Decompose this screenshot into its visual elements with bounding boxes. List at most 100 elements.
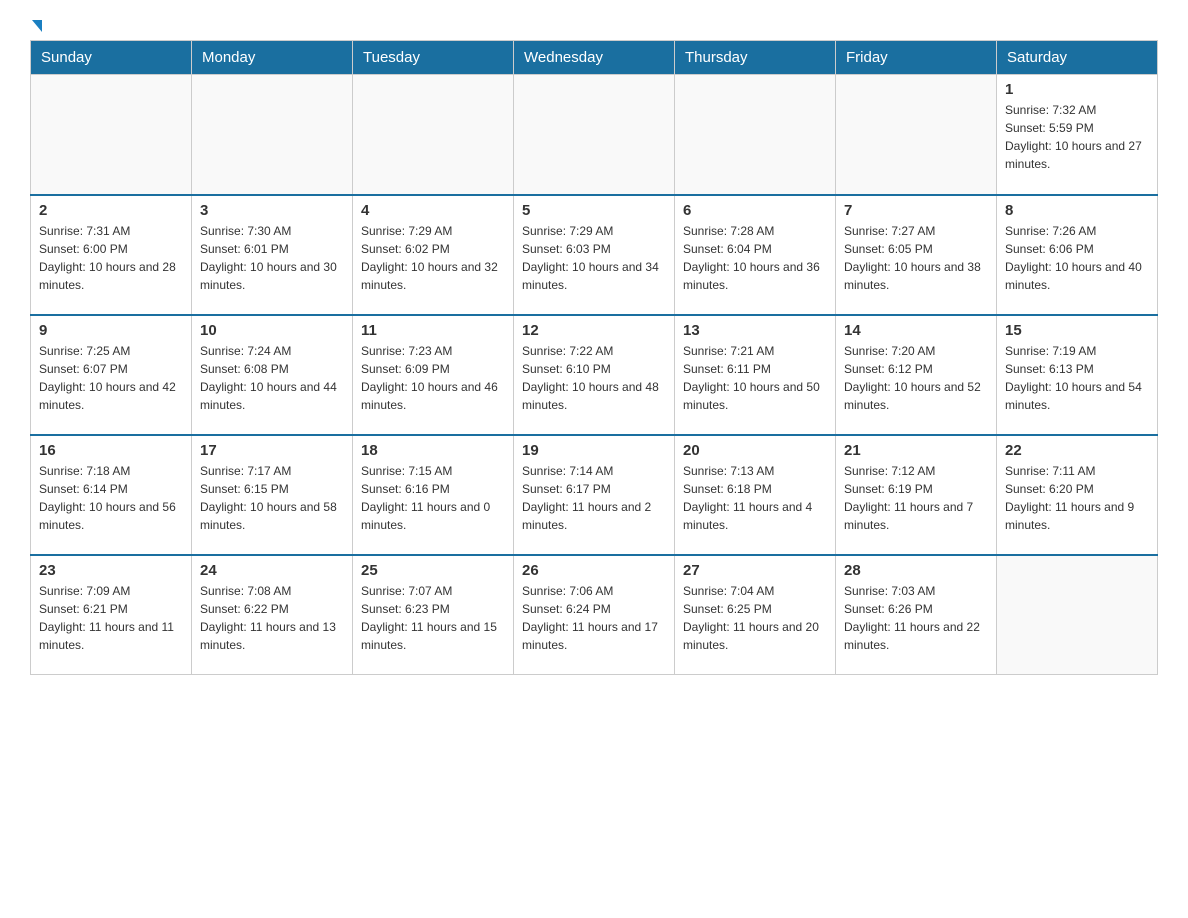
calendar-cell: 4 Sunrise: 7:29 AMSunset: 6:02 PMDaylight… [353,195,514,315]
day-number: 1 [1005,81,1149,98]
calendar-cell: 15 Sunrise: 7:19 AMSunset: 6:13 PMDayligh… [997,315,1158,435]
calendar-cell: 18 Sunrise: 7:15 AMSunset: 6:16 PMDayligh… [353,435,514,555]
calendar-cell: 13 Sunrise: 7:21 AMSunset: 6:11 PMDayligh… [675,315,836,435]
calendar-cell: 12 Sunrise: 7:22 AMSunset: 6:10 PMDayligh… [514,315,675,435]
day-number: 23 [39,562,183,579]
calendar-table: SundayMondayTuesdayWednesdayThursdayFrid… [30,40,1158,675]
logo-arrow-icon [32,20,42,32]
calendar-week-row: 16Sunrise: 7:18 AMSunset: 6:14 PMDayligh… [31,435,1158,555]
day-number: 27 [683,562,827,579]
day-info: Sunrise: 7:24 AMSunset: 6:08 PMDaylight:… [200,342,344,414]
day-info: Sunrise: 7:29 AMSunset: 6:03 PMDaylight:… [522,222,666,294]
calendar-cell: 19 Sunrise: 7:14 AMSunset: 6:17 PMDayligh… [514,435,675,555]
day-of-week-header: Wednesday [514,41,675,75]
day-number: 14 [844,322,988,339]
calendar-cell: 28Sunrise: 7:03 AMSunset: 6:26 PMDayligh… [836,555,997,675]
day-info: Sunrise: 7:04 AMSunset: 6:25 PMDaylight:… [683,582,827,654]
day-info: Sunrise: 7:11 AMSunset: 6:20 PMDaylight:… [1005,462,1149,534]
calendar-cell [997,555,1158,675]
day-number: 22 [1005,442,1149,459]
day-number: 20 [683,442,827,459]
calendar-cell [31,75,192,195]
day-number: 21 [844,442,988,459]
day-info: Sunrise: 7:19 AMSunset: 6:13 PMDaylight:… [1005,342,1149,414]
day-number: 10 [200,322,344,339]
calendar-cell: 10 Sunrise: 7:24 AMSunset: 6:08 PMDayligh… [192,315,353,435]
day-number: 17 [200,442,344,459]
page-header [30,20,1158,30]
calendar-cell [353,75,514,195]
day-number: 15 [1005,322,1149,339]
day-info: Sunrise: 7:06 AMSunset: 6:24 PMDaylight:… [522,582,666,654]
calendar-cell: 27 Sunrise: 7:04 AMSunset: 6:25 PMDayligh… [675,555,836,675]
calendar-cell: 2 Sunrise: 7:31 AMSunset: 6:00 PMDaylight… [31,195,192,315]
day-info: Sunrise: 7:09 AMSunset: 6:21 PMDaylight:… [39,582,183,654]
calendar-header-row: SundayMondayTuesdayWednesdayThursdayFrid… [31,41,1158,75]
calendar-cell: 17 Sunrise: 7:17 AMSunset: 6:15 PMDayligh… [192,435,353,555]
day-number: 24 [200,562,344,579]
day-number: 6 [683,202,827,219]
day-info: Sunrise: 7:17 AMSunset: 6:15 PMDaylight:… [200,462,344,534]
day-number: 19 [522,442,666,459]
calendar-week-row: 1Sunrise: 7:32 AMSunset: 5:59 PMDaylight… [31,75,1158,195]
day-number: 13 [683,322,827,339]
day-info: Sunrise: 7:12 AMSunset: 6:19 PMDaylight:… [844,462,988,534]
day-number: 7 [844,202,988,219]
calendar-cell: 14 Sunrise: 7:20 AMSunset: 6:12 PMDayligh… [836,315,997,435]
day-of-week-header: Sunday [31,41,192,75]
calendar-cell: 3 Sunrise: 7:30 AMSunset: 6:01 PMDaylight… [192,195,353,315]
calendar-week-row: 2 Sunrise: 7:31 AMSunset: 6:00 PMDaylight… [31,195,1158,315]
day-info: Sunrise: 7:25 AMSunset: 6:07 PMDaylight:… [39,342,183,414]
day-info: Sunrise: 7:22 AMSunset: 6:10 PMDaylight:… [522,342,666,414]
calendar-cell: 5 Sunrise: 7:29 AMSunset: 6:03 PMDaylight… [514,195,675,315]
calendar-cell [514,75,675,195]
day-of-week-header: Tuesday [353,41,514,75]
day-info: Sunrise: 7:18 AMSunset: 6:14 PMDaylight:… [39,462,183,534]
day-info: Sunrise: 7:28 AMSunset: 6:04 PMDaylight:… [683,222,827,294]
calendar-cell [192,75,353,195]
day-info: Sunrise: 7:14 AMSunset: 6:17 PMDaylight:… [522,462,666,534]
calendar-week-row: 23 Sunrise: 7:09 AMSunset: 6:21 PMDayligh… [31,555,1158,675]
day-info: Sunrise: 7:27 AMSunset: 6:05 PMDaylight:… [844,222,988,294]
day-info: Sunrise: 7:30 AMSunset: 6:01 PMDaylight:… [200,222,344,294]
calendar-cell: 21 Sunrise: 7:12 AMSunset: 6:19 PMDayligh… [836,435,997,555]
day-of-week-header: Monday [192,41,353,75]
calendar-cell: 9Sunrise: 7:25 AMSunset: 6:07 PMDaylight… [31,315,192,435]
day-number: 8 [1005,202,1149,219]
calendar-cell: 6 Sunrise: 7:28 AMSunset: 6:04 PMDaylight… [675,195,836,315]
day-of-week-header: Saturday [997,41,1158,75]
day-info: Sunrise: 7:23 AMSunset: 6:09 PMDaylight:… [361,342,505,414]
calendar-cell: 23 Sunrise: 7:09 AMSunset: 6:21 PMDayligh… [31,555,192,675]
calendar-cell: 7 Sunrise: 7:27 AMSunset: 6:05 PMDaylight… [836,195,997,315]
day-number: 5 [522,202,666,219]
calendar-cell [836,75,997,195]
calendar-week-row: 9Sunrise: 7:25 AMSunset: 6:07 PMDaylight… [31,315,1158,435]
calendar-cell: 8 Sunrise: 7:26 AMSunset: 6:06 PMDaylight… [997,195,1158,315]
day-info: Sunrise: 7:07 AMSunset: 6:23 PMDaylight:… [361,582,505,654]
calendar-cell: 11 Sunrise: 7:23 AMSunset: 6:09 PMDayligh… [353,315,514,435]
calendar-cell: 16Sunrise: 7:18 AMSunset: 6:14 PMDayligh… [31,435,192,555]
day-of-week-header: Thursday [675,41,836,75]
day-number: 11 [361,322,505,339]
day-number: 3 [200,202,344,219]
day-info: Sunrise: 7:21 AMSunset: 6:11 PMDaylight:… [683,342,827,414]
day-number: 12 [522,322,666,339]
day-info: Sunrise: 7:08 AMSunset: 6:22 PMDaylight:… [200,582,344,654]
calendar-cell: 24 Sunrise: 7:08 AMSunset: 6:22 PMDayligh… [192,555,353,675]
calendar-cell: 22 Sunrise: 7:11 AMSunset: 6:20 PMDayligh… [997,435,1158,555]
day-number: 28 [844,562,988,579]
day-info: Sunrise: 7:20 AMSunset: 6:12 PMDaylight:… [844,342,988,414]
day-info: Sunrise: 7:29 AMSunset: 6:02 PMDaylight:… [361,222,505,294]
day-of-week-header: Friday [836,41,997,75]
day-info: Sunrise: 7:15 AMSunset: 6:16 PMDaylight:… [361,462,505,534]
day-number: 18 [361,442,505,459]
day-info: Sunrise: 7:26 AMSunset: 6:06 PMDaylight:… [1005,222,1149,294]
day-number: 26 [522,562,666,579]
day-number: 25 [361,562,505,579]
day-number: 4 [361,202,505,219]
calendar-cell [675,75,836,195]
day-number: 2 [39,202,183,219]
calendar-cell: 1Sunrise: 7:32 AMSunset: 5:59 PMDaylight… [997,75,1158,195]
day-info: Sunrise: 7:31 AMSunset: 6:00 PMDaylight:… [39,222,183,294]
day-info: Sunrise: 7:13 AMSunset: 6:18 PMDaylight:… [683,462,827,534]
